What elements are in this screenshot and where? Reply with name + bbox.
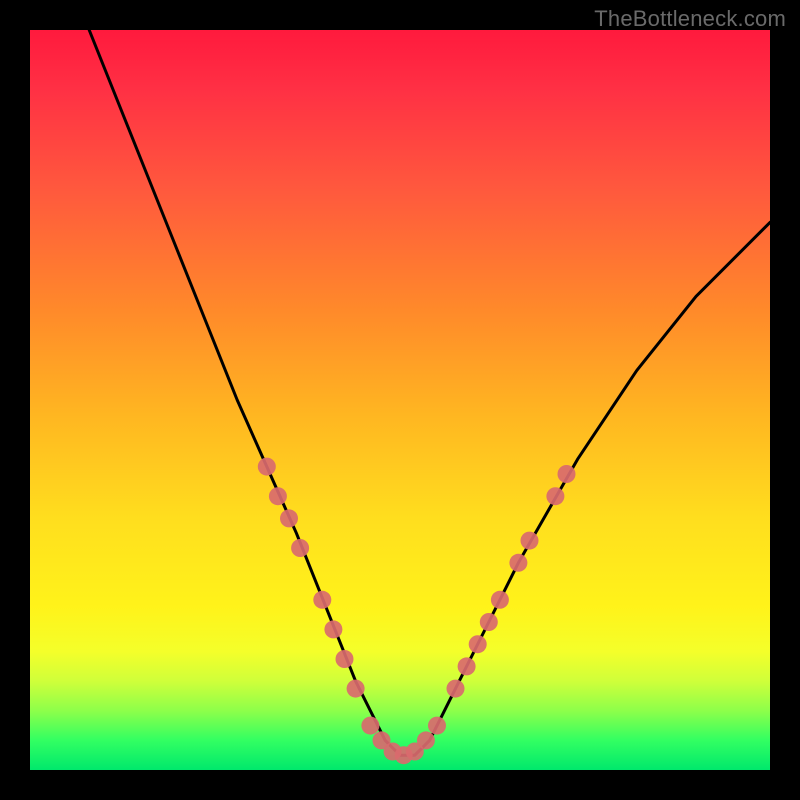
curve-marker <box>491 591 509 609</box>
curve-marker <box>428 717 446 735</box>
curve-markers <box>258 458 576 765</box>
chart-frame: TheBottleneck.com <box>0 0 800 800</box>
curve-marker <box>291 539 309 557</box>
curve-marker <box>458 657 476 675</box>
curve-marker <box>521 532 539 550</box>
curve-marker <box>258 458 276 476</box>
curve-marker <box>480 613 498 631</box>
curve-marker <box>269 487 287 505</box>
curve-marker <box>313 591 331 609</box>
chart-plot-area <box>30 30 770 770</box>
curve-marker <box>417 731 435 749</box>
curve-marker <box>469 635 487 653</box>
bottleneck-curve-line <box>89 30 770 755</box>
curve-marker <box>324 620 342 638</box>
curve-marker <box>447 680 465 698</box>
curve-marker <box>361 717 379 735</box>
watermark-text: TheBottleneck.com <box>594 6 786 32</box>
curve-marker <box>347 680 365 698</box>
curve-marker <box>280 509 298 527</box>
curve-marker <box>558 465 576 483</box>
bottleneck-curve-svg <box>30 30 770 770</box>
curve-marker <box>336 650 354 668</box>
curve-marker <box>546 487 564 505</box>
curve-marker <box>509 554 527 572</box>
